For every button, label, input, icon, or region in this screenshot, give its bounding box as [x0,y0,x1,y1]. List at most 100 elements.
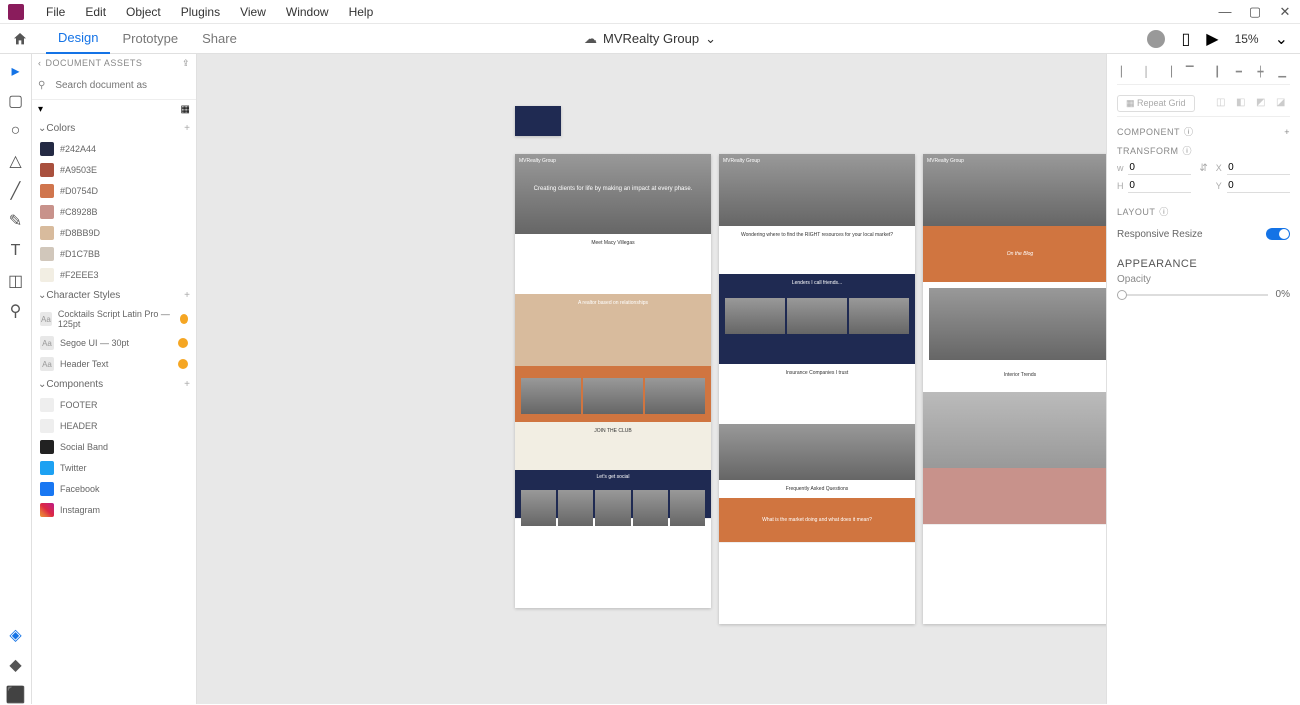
repeat-grid-button[interactable]: ▦ Repeat Grid [1117,95,1195,112]
menu-plugins[interactable]: Plugins [171,5,230,19]
component-item[interactable]: Instagram [36,500,192,520]
filter-icon[interactable]: ▾ [38,104,43,115]
artboard-logo[interactable] [515,106,561,136]
export-icon[interactable]: ⇪ [182,58,190,69]
section-colors[interactable]: ⌄Colors + [32,119,196,138]
component-item[interactable]: FOOTER [36,395,192,415]
menu-file[interactable]: File [36,5,75,19]
style-name: Header Text [60,359,108,369]
width-input[interactable] [1128,161,1191,175]
tab-prototype[interactable]: Prototype [110,24,190,54]
bool-intersect-icon[interactable]: ◩ [1256,97,1270,111]
layers-icon[interactable]: ◆ [7,656,25,674]
chevron-down-icon[interactable]: ⌄ [705,31,716,47]
bool-add-icon[interactable]: ◫ [1216,97,1230,111]
menu-object[interactable]: Object [116,5,171,19]
color-swatch-item[interactable]: #D8BB9D [36,223,192,243]
zoom-tool[interactable]: ⚲ [7,302,25,320]
dist-h-icon[interactable]: ┃ [1210,64,1226,80]
add-component-plus-icon[interactable]: + [1284,127,1290,137]
warning-icon [178,338,188,348]
align-right-icon[interactable]: ▕ [1160,64,1176,80]
menu-window[interactable]: Window [276,5,339,19]
assets-panel: ‹ DOCUMENT ASSETS ⇪ ⚲ ⌄ ▾ ▦ ⌄Colors + #2… [32,54,197,704]
color-swatch-item[interactable]: #C8928B [36,202,192,222]
plugins-icon[interactable]: ⬛ [7,686,25,704]
libraries-icon[interactable]: ◈ [7,626,25,644]
color-swatch-item[interactable]: #D1C7BB [36,244,192,264]
color-swatch-item[interactable]: #F2EEE3 [36,265,192,285]
pen-tool[interactable]: ✎ [7,212,25,230]
minimize-icon[interactable]: — [1218,5,1232,19]
document-title[interactable]: ☁ MVRealty Group ⌄ [584,31,716,47]
swatch-icon [40,142,54,156]
line-tool[interactable]: ╱ [7,182,25,200]
component-item[interactable]: Twitter [36,458,192,478]
color-swatch-item[interactable]: #D0754D [36,181,192,201]
section-components[interactable]: ⌄Components + [32,375,196,394]
char-style-item[interactable]: AaCocktails Script Latin Pro — 125pt [36,306,192,332]
close-icon[interactable]: ✕ [1278,5,1292,19]
add-style-icon[interactable]: + [184,290,190,301]
char-style-item[interactable]: AaSegoe UI — 30pt [36,333,192,353]
y-input[interactable] [1227,179,1290,193]
bool-subtract-icon[interactable]: ◧ [1236,97,1250,111]
add-color-icon[interactable]: + [184,123,190,134]
section-char-styles[interactable]: ⌄Character Styles + [32,286,196,305]
component-item[interactable]: Social Band [36,437,192,457]
opacity-slider[interactable] [1117,294,1268,296]
info-icon[interactable]: ⓘ [1159,205,1169,218]
add-component-icon[interactable]: + [184,379,190,390]
dist-v-icon[interactable]: ━ [1231,64,1247,80]
align-vcenter-icon[interactable]: ┿ [1253,64,1269,80]
home-icon[interactable] [12,31,28,47]
style-name: Segoe UI — 30pt [60,338,129,348]
component-icon [40,440,54,454]
info-icon[interactable]: ⓘ [1184,125,1194,138]
responsive-toggle[interactable] [1266,228,1290,240]
component-item[interactable]: HEADER [36,416,192,436]
grid-view-icon[interactable]: ▦ [181,104,190,115]
user-icon[interactable] [1147,30,1165,48]
text-tool[interactable]: T [7,242,25,260]
char-style-item[interactable]: AaHeader Text [36,354,192,374]
x-input[interactable] [1227,161,1290,175]
lock-icon[interactable]: ⇵ [1199,163,1207,174]
artboard-tool[interactable]: ◫ [7,272,25,290]
back-icon[interactable]: ‹ [38,58,42,68]
color-name: #D8BB9D [60,228,100,238]
component-item[interactable]: Facebook [36,479,192,499]
align-top-icon[interactable]: ▔ [1182,64,1198,80]
align-hcenter-icon[interactable]: │ [1139,64,1155,80]
color-swatch-item[interactable]: #242A44 [36,139,192,159]
ellipse-tool[interactable]: ○ [7,122,25,140]
artboard-home[interactable]: MVRealty GroupCreating clients for life … [515,154,711,608]
artboard-resources[interactable]: MVRealty Group Wondering where to find t… [719,154,915,624]
toolbar: ▸ ▢ ○ △ ╱ ✎ T ◫ ⚲ ◈ ◆ ⬛ [0,54,32,704]
align-left-icon[interactable]: ▏ [1117,64,1133,80]
tab-share[interactable]: Share [190,24,249,54]
artboard-blog[interactable]: MVRealty Group On the Blog Interior Tren… [923,154,1106,624]
zoom-level[interactable]: 15% [1235,32,1259,46]
canvas[interactable]: MVRealty GroupCreating clients for life … [197,54,1106,704]
component-icon [40,461,54,475]
bool-exclude-icon[interactable]: ◪ [1276,97,1290,111]
menu-view[interactable]: View [230,5,276,19]
polygon-tool[interactable]: △ [7,152,25,170]
tab-design[interactable]: Design [46,24,110,54]
menu-help[interactable]: Help [339,5,384,19]
height-input[interactable] [1128,179,1191,193]
color-name: #D1C7BB [60,249,100,259]
menu-edit[interactable]: Edit [75,5,116,19]
info-icon[interactable]: ⓘ [1183,144,1193,157]
play-icon[interactable]: ▶ [1206,29,1218,49]
colors-label: Colors [46,123,75,134]
maximize-icon[interactable]: ▢ [1248,5,1262,19]
zoom-dropdown-icon[interactable]: ⌄ [1275,29,1288,49]
align-bottom-icon[interactable]: ▁ [1274,64,1290,80]
search-input[interactable] [51,76,191,95]
select-tool[interactable]: ▸ [7,62,25,80]
rectangle-tool[interactable]: ▢ [7,92,25,110]
color-swatch-item[interactable]: #A9503E [36,160,192,180]
device-preview-icon[interactable]: ▯ [1181,29,1190,49]
